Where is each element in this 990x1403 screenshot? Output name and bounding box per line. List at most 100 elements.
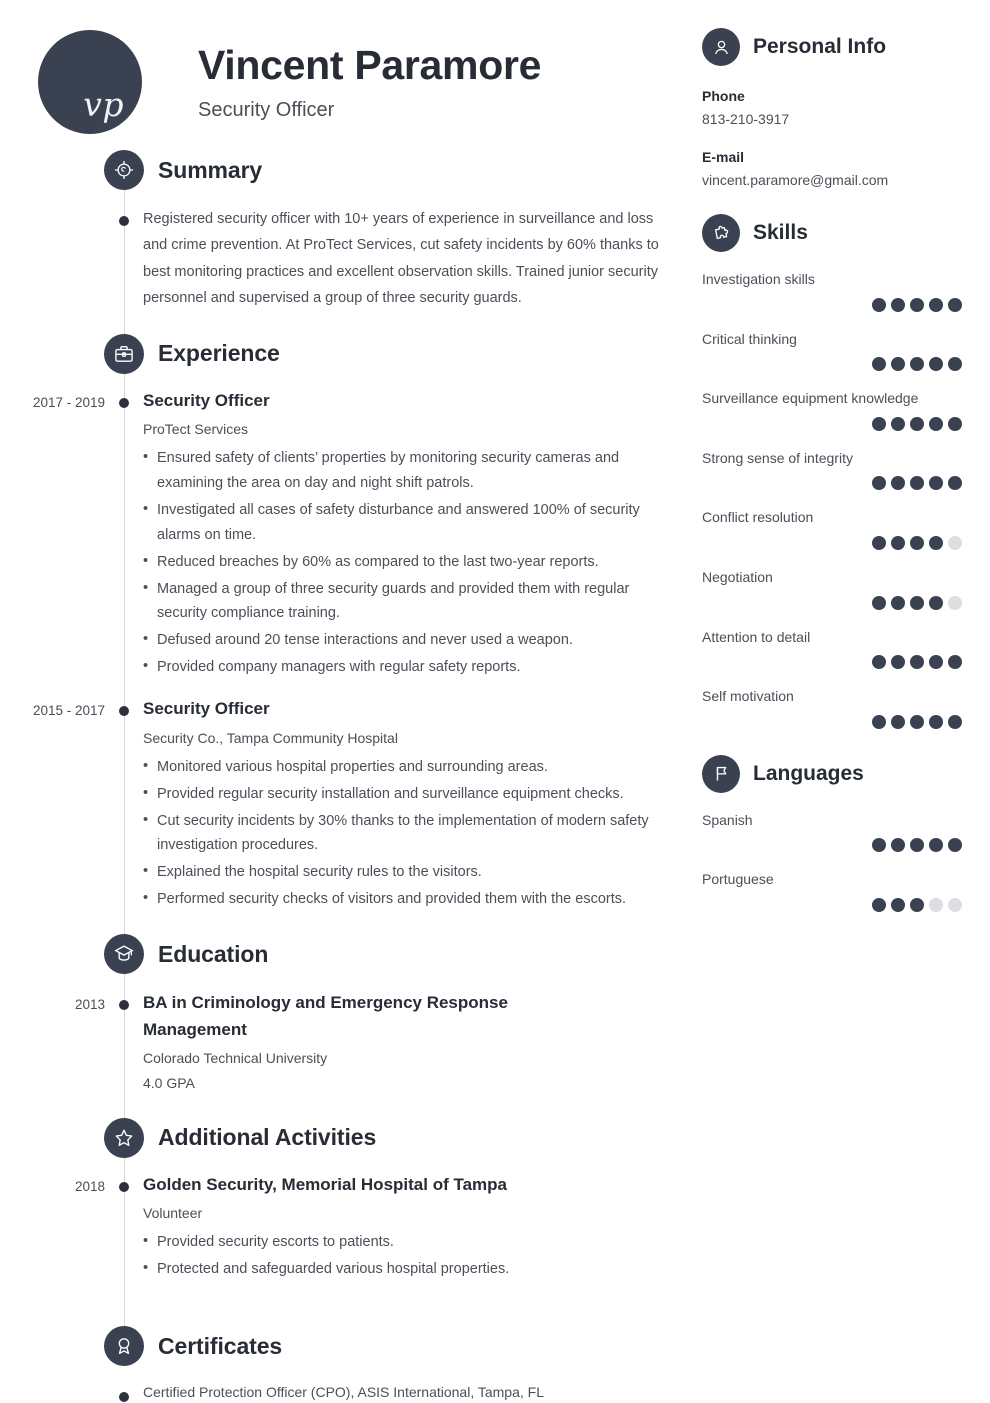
timeline-dot <box>119 216 129 226</box>
rating-dot <box>929 838 943 853</box>
list-item: Explained the hospital security rules to… <box>143 859 660 885</box>
contact-label-email: E-mail <box>702 149 745 165</box>
list-item: Performed security checks of visitors an… <box>143 886 660 912</box>
rating-dot <box>910 297 924 312</box>
experience-bullets: Ensured safety of clients’ properties by… <box>143 445 660 680</box>
experience-employer: ProTect Services <box>143 420 249 437</box>
timeline-dot <box>119 397 129 408</box>
experience-date: 2015 - 2017 <box>32 703 105 719</box>
language-rating <box>702 838 964 853</box>
rating-dot <box>948 535 962 550</box>
section-certificates: Certificates Certified Protection Office… <box>0 1326 690 1403</box>
timeline-dot-wrap <box>105 990 143 1011</box>
activity-title: Golden Security, Memorial Hospital of Ta… <box>143 1174 507 1194</box>
timeline-dot <box>119 1392 129 1403</box>
rating-dot <box>872 416 886 431</box>
activity-role: Volunteer <box>143 1205 203 1222</box>
activity-body: Golden Security, Memorial Hospital of Ta… <box>143 1172 690 1282</box>
list-item: Provided company managers with regular s… <box>143 654 660 680</box>
sidebar-title-skills: Skills <box>753 221 808 244</box>
section-header-experience: Experience <box>104 333 690 374</box>
education-date: 2013 <box>74 997 105 1013</box>
activity-entry: 2018 Golden Security, Memorial Hospital … <box>0 1172 690 1282</box>
sidebar-title-personal-info: Personal Info <box>753 35 887 58</box>
person-icon <box>702 28 740 66</box>
rating-dot <box>929 595 943 610</box>
rating-dot <box>872 357 886 372</box>
section-title-education: Education <box>158 940 269 967</box>
sidebar-section-skills: Skills Investigation skills Critical thin… <box>702 214 964 729</box>
list-item: Monitored various hospital properties an… <box>143 754 660 780</box>
experience-job-title: Security Officer <box>143 390 270 410</box>
rating-dot <box>891 595 905 610</box>
resume-header: vp Vincent Paramore Security Officer <box>38 30 541 134</box>
language-label: Spanish <box>702 811 753 828</box>
certificate-date <box>0 1382 105 1384</box>
experience-entry: 2017 - 2019 Security Officer ProTect Ser… <box>0 388 690 681</box>
education-degree: BA in Criminology and Emergency Response… <box>143 993 508 1039</box>
rating-dot <box>891 838 905 853</box>
timeline-dot-wrap <box>105 1382 143 1403</box>
skill-item: Critical thinking <box>702 330 964 372</box>
star-icon <box>104 1117 144 1158</box>
section-summary: Summary Registered security officer with… <box>0 150 690 312</box>
experience-body: Security Officer Security Co., Tampa Com… <box>143 696 690 912</box>
timeline-dot <box>119 1181 129 1192</box>
rating-dot <box>891 357 905 372</box>
timeline-dot-wrap <box>105 206 143 226</box>
skills-list: Investigation skills Critical thinking Sur… <box>702 270 964 729</box>
sidebar-header-languages: Languages <box>702 754 964 793</box>
rating-dot <box>929 297 943 312</box>
summary-date <box>0 206 105 208</box>
skill-item: Investigation skills <box>702 270 964 312</box>
skill-item: Strong sense of integrity <box>702 449 964 491</box>
rating-dot <box>948 297 962 312</box>
skill-label: Investigation skills <box>702 271 815 287</box>
section-education: Education 2013 BA in Criminology and Eme… <box>0 934 690 1094</box>
section-experience: Experience 2017 - 2019 Security Officer … <box>0 333 690 913</box>
skill-label: Critical thinking <box>702 330 797 347</box>
skill-item: Negotiation <box>702 568 964 610</box>
rating-dot <box>910 595 924 610</box>
experience-entry: 2015 - 2017 Security Officer Security Co… <box>0 696 690 912</box>
job-title: Security Officer <box>198 99 335 122</box>
education-gpa: 4.0 GPA <box>143 1074 195 1091</box>
rating-dot <box>929 357 943 372</box>
section-title-activities: Additional Activities <box>158 1124 377 1151</box>
skill-item: Conflict resolution <box>702 508 964 550</box>
contact-value-email[interactable]: vincent.paramore@gmail.com <box>702 172 964 188</box>
timeline-dot-wrap <box>105 1172 143 1192</box>
rating-dot <box>929 897 943 912</box>
experience-body: Security Officer ProTect Services Ensure… <box>143 388 690 681</box>
timeline-dot <box>119 706 129 717</box>
section-title-certificates: Certificates <box>158 1332 283 1359</box>
skill-label: Self motivation <box>702 688 794 705</box>
skill-rating <box>702 595 964 610</box>
rating-dot <box>891 476 905 491</box>
skill-item: Attention to detail <box>702 628 964 670</box>
list-item: Protected and safeguarded various hospit… <box>143 1256 660 1282</box>
rating-dot <box>872 535 886 550</box>
rating-dot <box>891 714 905 729</box>
contact-label-phone: Phone <box>702 88 745 104</box>
skill-label: Attention to detail <box>702 628 811 645</box>
activity-date: 2018 <box>74 1178 105 1194</box>
list-item: Ensured safety of clients’ properties by… <box>143 445 660 496</box>
skill-rating <box>702 476 964 491</box>
rating-dot <box>891 655 905 670</box>
summary-body: Registered security officer with 10+ yea… <box>143 206 690 312</box>
rating-dot <box>929 535 943 550</box>
rating-dot <box>872 714 886 729</box>
page-title: Vincent Paramore <box>198 42 542 88</box>
rating-dot <box>872 297 886 312</box>
rating-dot <box>910 897 924 912</box>
rating-dot <box>872 655 886 670</box>
rating-dot <box>891 897 905 912</box>
list-item: Managed a group of three security guards… <box>143 576 660 627</box>
skill-rating <box>702 357 964 372</box>
contact-value-phone[interactable]: 813-210-3917 <box>702 111 964 127</box>
education-entry: 2013 BA in Criminology and Emergency Res… <box>0 990 690 1094</box>
rating-dot <box>891 416 905 431</box>
main-column: Summary Registered security officer with… <box>0 150 690 1403</box>
list-item: Cut security incidents by 30% thanks to … <box>143 808 660 859</box>
